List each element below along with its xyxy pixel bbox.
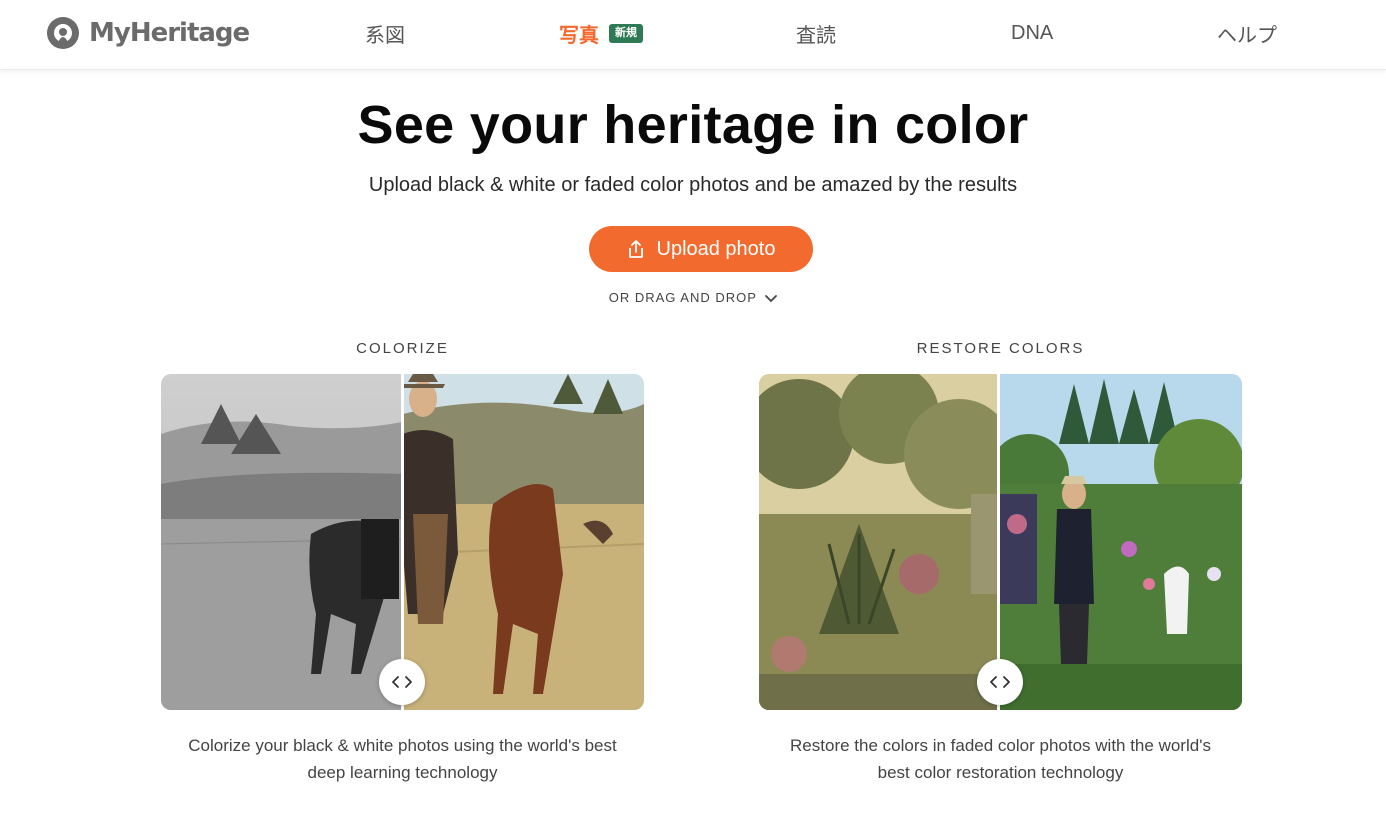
- nav-help[interactable]: ヘルプ: [1217, 20, 1277, 47]
- section-label-restore: RESTORE COLORS: [916, 340, 1085, 357]
- caption-line: Colorize your black & white photos using…: [188, 736, 617, 755]
- upload-button-label: Upload photo: [656, 237, 776, 260]
- nav-photos[interactable]: 写真 新規: [559, 20, 643, 47]
- page-title: See your heritage in color: [357, 95, 1029, 155]
- compare-arrows-icon: [990, 676, 1010, 688]
- nav-label: 写真: [559, 24, 599, 47]
- colorize-after-image: [403, 374, 644, 710]
- drag-and-drop-toggle[interactable]: OR DRAG AND DROP: [0, 290, 1386, 305]
- myheritage-logo[interactable]: MyHeritage: [45, 14, 250, 52]
- comparison-slider-handle[interactable]: [977, 659, 1023, 705]
- caption-line: deep learning technology: [307, 763, 498, 782]
- nav-label: 系図: [365, 24, 405, 47]
- restore-caption: Restore the colors in faded color photos…: [759, 732, 1242, 786]
- colorize-before-image: [161, 374, 402, 710]
- upload-photo-button[interactable]: Upload photo: [589, 226, 813, 272]
- caption-line: Restore the colors in faded color photos…: [790, 736, 1211, 755]
- top-nav-bar: MyHeritage 系図 写真 新規 査読 DNA ヘルプ: [0, 0, 1386, 70]
- nav-family-tree[interactable]: 系図: [365, 20, 405, 47]
- upload-icon: [628, 240, 643, 258]
- nav-research[interactable]: 査読: [796, 20, 836, 47]
- chevron-down-icon: [765, 294, 778, 302]
- section-label-colorize: COLORIZE: [356, 340, 449, 357]
- brand-name: MyHeritage: [89, 18, 250, 48]
- nav-label: DNA: [1011, 21, 1054, 44]
- nav-label: ヘルプ: [1217, 24, 1277, 47]
- comparison-slider-handle[interactable]: [379, 659, 425, 705]
- restore-comparison[interactable]: [759, 374, 1242, 710]
- restore-before-image: [759, 374, 998, 710]
- nav-label: 査読: [796, 24, 836, 47]
- myheritage-logo-icon: [45, 15, 87, 51]
- colorize-comparison[interactable]: [161, 374, 644, 710]
- caption-line: best color restoration technology: [877, 763, 1124, 782]
- new-badge: 新規: [609, 23, 643, 43]
- compare-arrows-icon: [392, 676, 412, 688]
- restore-after-image: [999, 374, 1242, 710]
- colorize-caption: Colorize your black & white photos using…: [161, 732, 644, 786]
- drag-label: OR DRAG AND DROP: [608, 290, 757, 305]
- nav-dna[interactable]: DNA: [1011, 20, 1053, 46]
- page-subtitle: Upload black & white or faded color phot…: [368, 174, 1018, 196]
